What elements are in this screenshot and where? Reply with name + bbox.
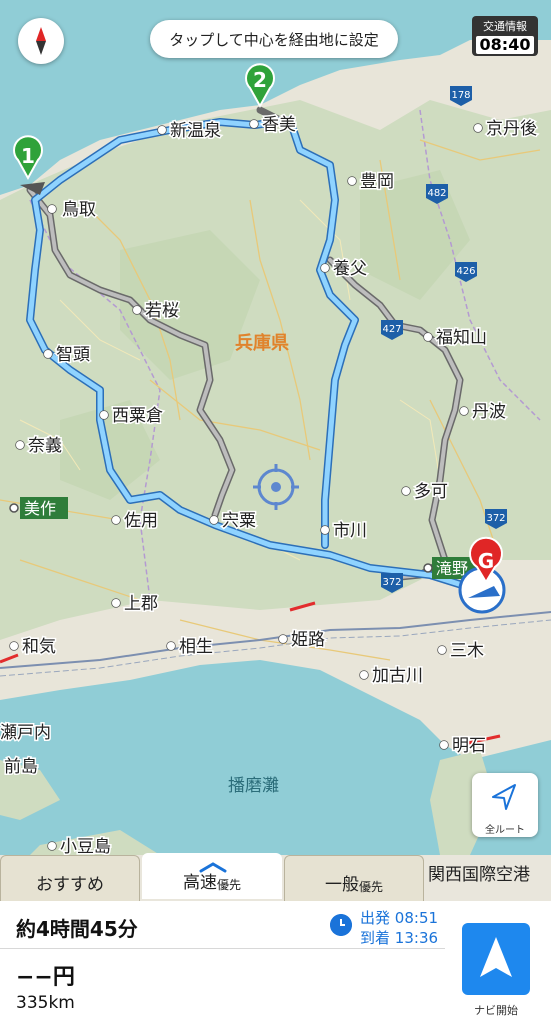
route-toll: −−円 bbox=[16, 965, 75, 990]
svg-text:姫路: 姫路 bbox=[291, 630, 325, 650]
city-maejima: 前島 bbox=[3, 756, 40, 779]
route-distance: 335km bbox=[16, 993, 75, 1013]
route-times: 出発 08:51 到着 13:36 bbox=[330, 908, 438, 948]
all-route-button[interactable]: 全ルート bbox=[472, 773, 538, 837]
svg-text:前島: 前島 bbox=[4, 757, 38, 777]
svg-text:和気: 和気 bbox=[22, 637, 56, 657]
svg-text:奈義: 奈義 bbox=[28, 436, 62, 456]
traffic-info-label: 交通情報 bbox=[483, 20, 527, 33]
route-summary-panel: 約4時間45分 −−円 335km 出発 08:51 到着 13:36 ナビ開始 bbox=[0, 901, 551, 1024]
navigation-start-icon bbox=[480, 937, 512, 977]
depart-time: 08:51 bbox=[394, 909, 439, 927]
traffic-info-time: 08:40 bbox=[476, 36, 534, 54]
svg-text:京丹後: 京丹後 bbox=[486, 119, 537, 139]
svg-text:明石: 明石 bbox=[452, 736, 486, 756]
svg-text:美作: 美作 bbox=[24, 499, 56, 518]
navigation-arrow-icon bbox=[492, 784, 516, 810]
svg-text:482: 482 bbox=[427, 188, 446, 199]
svg-text:加古川: 加古川 bbox=[372, 666, 423, 686]
svg-text:西粟倉: 西粟倉 bbox=[112, 406, 163, 426]
svg-text:智頭: 智頭 bbox=[56, 345, 90, 365]
svg-text:佐用: 佐用 bbox=[124, 511, 158, 531]
svg-text:427: 427 bbox=[382, 324, 401, 335]
svg-text:丹波: 丹波 bbox=[472, 402, 506, 422]
svg-text:372: 372 bbox=[486, 513, 505, 524]
svg-text:豊岡: 豊岡 bbox=[360, 172, 394, 192]
traffic-info-button[interactable]: 交通情報 08:40 bbox=[472, 16, 538, 56]
prefecture-label: 兵庫県 bbox=[235, 332, 289, 354]
svg-text:若桜: 若桜 bbox=[145, 301, 179, 321]
svg-text:多可: 多可 bbox=[414, 482, 448, 502]
sea-label: 播磨灘 bbox=[228, 776, 279, 796]
clock-icon bbox=[330, 914, 352, 936]
svg-text:372: 372 bbox=[382, 577, 401, 588]
city-setouchi: 瀬戸内 bbox=[0, 722, 53, 745]
compass-button[interactable] bbox=[18, 18, 64, 64]
svg-text:瀬戸内: 瀬戸内 bbox=[0, 723, 51, 743]
svg-text:福知山: 福知山 bbox=[436, 328, 487, 348]
svg-text:三木: 三木 bbox=[450, 641, 484, 661]
svg-text:養父: 養父 bbox=[333, 259, 367, 279]
svg-text:上郡: 上郡 bbox=[124, 594, 158, 614]
svg-text:鳥取: 鳥取 bbox=[62, 200, 96, 220]
tab-recommended-label: おすすめ bbox=[36, 875, 104, 895]
set-waypoint-hint[interactable]: タップして中心を経由地に設定 bbox=[150, 20, 398, 58]
svg-text:滝野: 滝野 bbox=[436, 559, 468, 578]
arrive-label: 到着 bbox=[360, 929, 391, 947]
svg-text:香美: 香美 bbox=[262, 115, 296, 135]
start-navigation-label: ナビ開始 bbox=[474, 1004, 518, 1017]
route-duration: 約4時間45分 bbox=[16, 917, 138, 941]
tab-highway[interactable]: 高速 優先 bbox=[142, 853, 282, 899]
divider bbox=[0, 948, 445, 949]
svg-text:1: 1 bbox=[21, 144, 35, 168]
tab-highway-suffix: 優先 bbox=[216, 878, 241, 892]
map-label-kansai-airport: 関西国際空港 bbox=[428, 865, 530, 885]
all-route-label: 全ルート bbox=[485, 825, 525, 836]
svg-text:2: 2 bbox=[253, 68, 267, 92]
depart-label: 出発 bbox=[360, 909, 391, 927]
svg-text:相生: 相生 bbox=[179, 637, 213, 657]
chevron-up-icon bbox=[199, 862, 227, 873]
svg-text:市川: 市川 bbox=[333, 521, 367, 541]
map-canvas[interactable]: 178 482 426 427 372 372 鳥取 新温泉 香美 京丹後 豊岡… bbox=[0, 0, 551, 855]
svg-text:426: 426 bbox=[456, 266, 475, 277]
tab-local[interactable]: 一般 優先 bbox=[284, 855, 424, 901]
arrive-time: 13:36 bbox=[394, 929, 439, 947]
svg-text:宍粟: 宍粟 bbox=[222, 511, 256, 531]
svg-text:G: G bbox=[478, 549, 494, 573]
tab-local-suffix: 優先 bbox=[358, 880, 383, 894]
start-navigation-button[interactable] bbox=[462, 923, 530, 995]
tab-recommended[interactable]: おすすめ bbox=[0, 855, 140, 901]
svg-text:178: 178 bbox=[451, 90, 470, 101]
tab-local-label: 一般 bbox=[324, 875, 359, 895]
compass-icon bbox=[36, 27, 46, 55]
svg-text:新温泉: 新温泉 bbox=[170, 121, 221, 141]
